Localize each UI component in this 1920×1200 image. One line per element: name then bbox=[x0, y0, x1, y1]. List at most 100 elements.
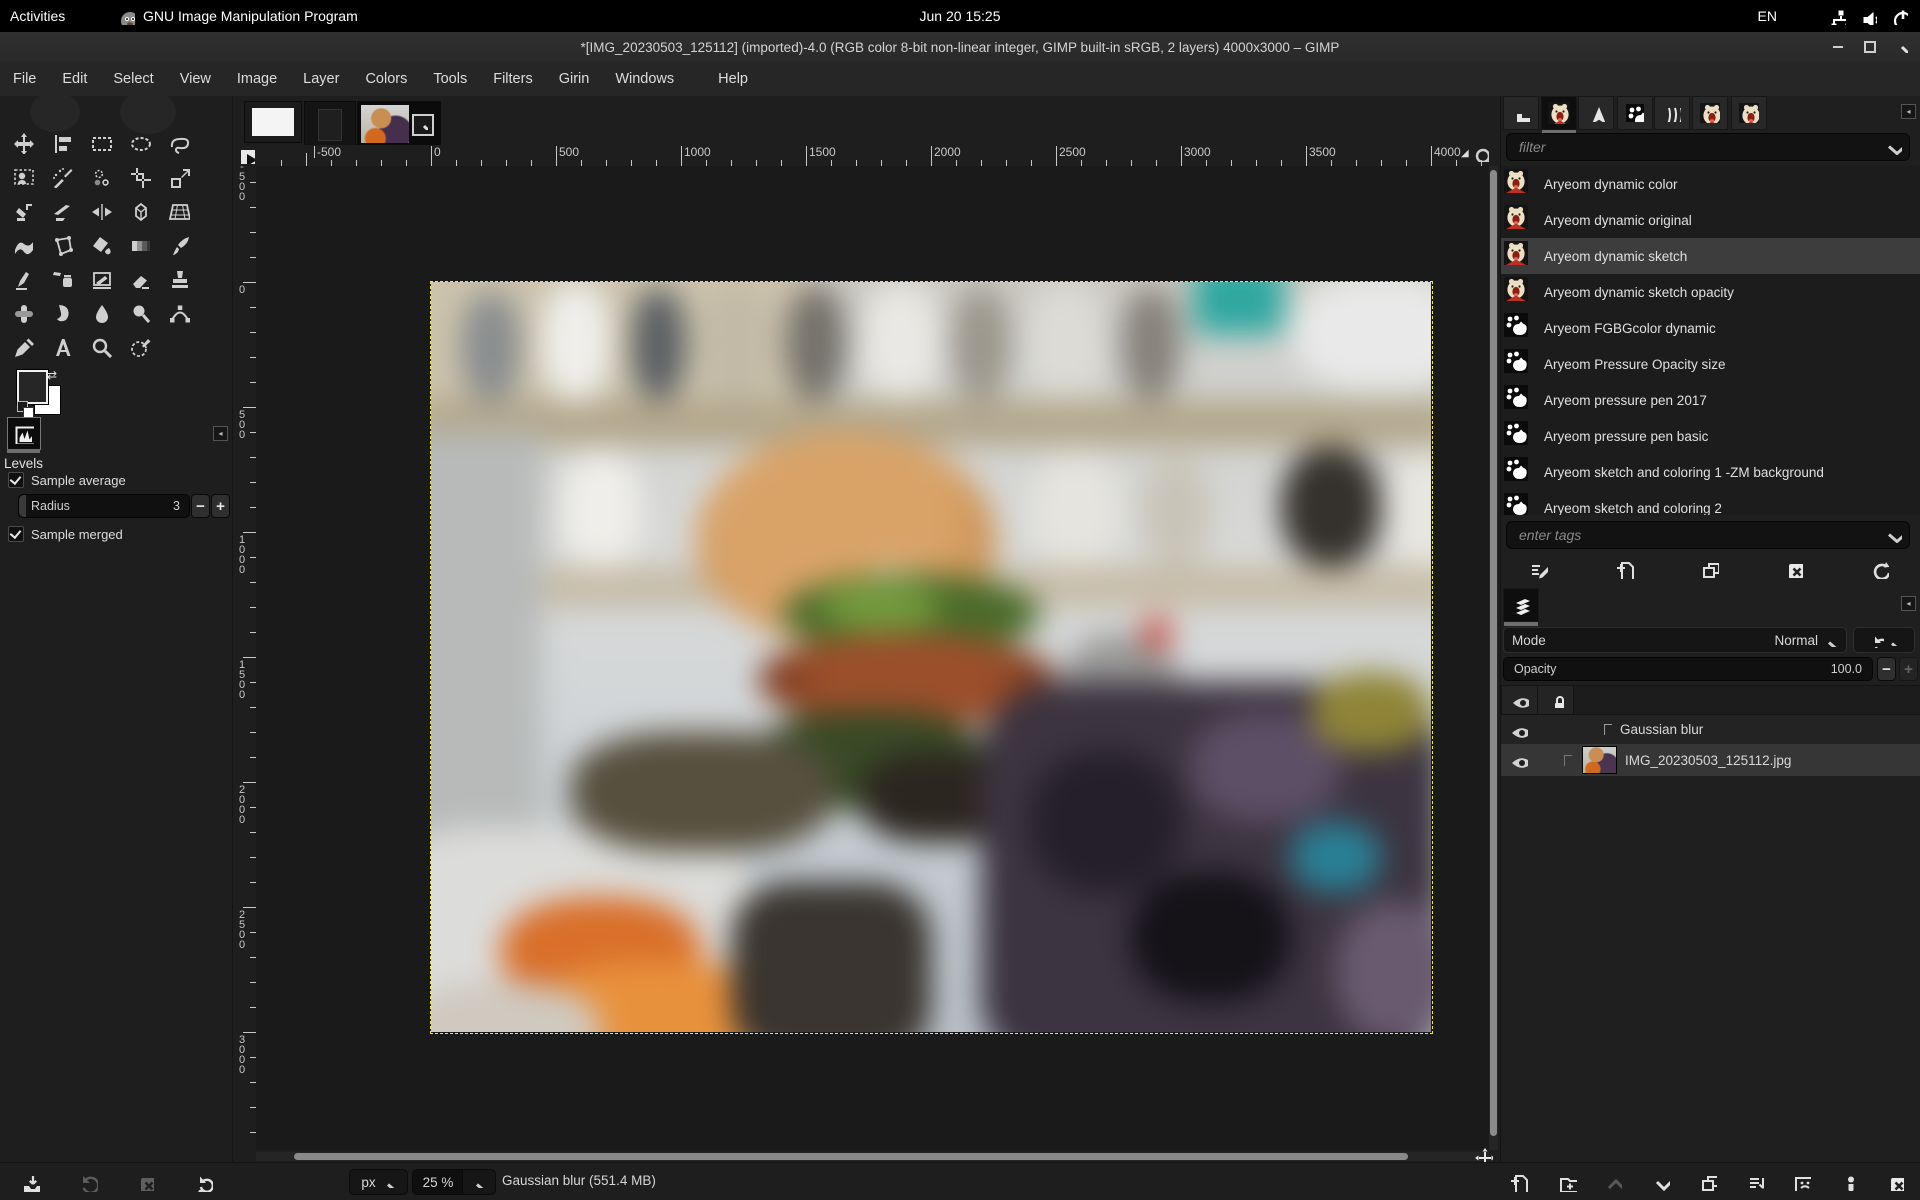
brush-list-item[interactable]: Aryeom FGBGcolor dynamic bbox=[1501, 310, 1920, 346]
radius-increase-button[interactable]: + bbox=[211, 494, 230, 518]
app-menu[interactable]: GNU Image Manipulation Program bbox=[118, 0, 358, 32]
duplicate-layer-button[interactable] bbox=[1696, 1170, 1720, 1194]
shear-rotate-tool[interactable] bbox=[3, 194, 42, 228]
brush-list-item[interactable]: Aryeom Pressure Opacity size bbox=[1501, 346, 1920, 382]
menu-file[interactable]: File bbox=[0, 62, 49, 96]
dodge-burn-tool[interactable] bbox=[120, 296, 159, 330]
tab-patterns[interactable] bbox=[1617, 96, 1653, 130]
layer-mode-dropdown[interactable]: Mode Normal bbox=[1503, 627, 1847, 653]
image-tab-active[interactable] bbox=[357, 101, 441, 151]
minimize-button[interactable] bbox=[1826, 36, 1850, 58]
brush-list-item[interactable]: Aryeom dynamic original bbox=[1501, 202, 1920, 238]
merge-down-button[interactable] bbox=[1743, 1170, 1767, 1194]
fuzzy-select-tool[interactable] bbox=[42, 160, 81, 194]
ellipse-select-tool[interactable] bbox=[120, 126, 159, 160]
menu-view[interactable]: View bbox=[167, 62, 224, 96]
duplicate-brush-button[interactable] bbox=[1694, 555, 1724, 583]
transform-3d-tool[interactable] bbox=[120, 194, 159, 228]
foreground-color-swatch[interactable] bbox=[17, 370, 48, 404]
restore-tool-options-button[interactable] bbox=[76, 1170, 100, 1194]
delete-brush-button[interactable] bbox=[1779, 555, 1809, 583]
maximize-button[interactable] bbox=[1858, 36, 1882, 58]
brush-list-item[interactable]: Aryeom pressure pen basic bbox=[1501, 418, 1920, 454]
zoom-value-field[interactable]: 25 % bbox=[412, 1169, 464, 1195]
canvas-viewport[interactable] bbox=[256, 166, 1489, 1150]
zoom-tool[interactable] bbox=[81, 330, 120, 364]
edit-brush-button[interactable] bbox=[1523, 555, 1553, 583]
horizontal-scrollbar-thumb[interactable] bbox=[294, 1153, 1408, 1160]
paint-select-tool[interactable] bbox=[120, 330, 159, 364]
tool-options-menu-button[interactable]: ◂ bbox=[213, 426, 228, 441]
paths-tool[interactable] bbox=[159, 296, 198, 330]
zoom-dropdown[interactable] bbox=[462, 1169, 496, 1195]
close-tab-icon[interactable] bbox=[412, 114, 434, 136]
brush-list-item[interactable]: Aryeom sketch and coloring 2 bbox=[1501, 490, 1920, 515]
new-layer-group-button[interactable] bbox=[1555, 1170, 1579, 1194]
menu-help[interactable]: Help bbox=[705, 62, 761, 96]
select-by-color-tool[interactable] bbox=[81, 160, 120, 194]
layer-thumbnail[interactable] bbox=[1582, 746, 1617, 774]
new-brush-button[interactable] bbox=[1609, 555, 1639, 583]
align-tool[interactable] bbox=[42, 126, 81, 160]
unified-transform-tool[interactable] bbox=[159, 160, 198, 194]
crop-tool[interactable] bbox=[120, 160, 159, 194]
shear-tool[interactable] bbox=[42, 194, 81, 228]
visibility-column-header[interactable] bbox=[1502, 686, 1538, 714]
heal-tool[interactable] bbox=[3, 296, 42, 330]
power-icon[interactable] bbox=[1891, 8, 1908, 25]
tab-dynamics[interactable] bbox=[1503, 96, 1539, 130]
sample-merged-checkbox[interactable] bbox=[8, 526, 24, 542]
brush-list-item[interactable]: Aryeom dynamic sketch opacity bbox=[1501, 274, 1920, 310]
eraser-tool[interactable] bbox=[120, 262, 159, 296]
gradient-tool[interactable] bbox=[120, 228, 159, 262]
zoom-when-resize-icon[interactable] bbox=[1473, 145, 1489, 163]
opacity-slider[interactable]: Opacity 100.0 bbox=[1503, 657, 1873, 681]
delete-tool-options-button[interactable] bbox=[133, 1170, 157, 1194]
chevron-down-icon[interactable] bbox=[1885, 526, 1902, 544]
mode-switch-button[interactable] bbox=[1853, 627, 1915, 653]
menu-filters[interactable]: Filters bbox=[480, 62, 545, 96]
layers-dock-menu-button[interactable]: ◂ bbox=[1901, 596, 1916, 611]
activities-button[interactable]: Activities bbox=[10, 0, 65, 32]
levels-tool-button[interactable] bbox=[7, 417, 41, 450]
delete-layer-button[interactable] bbox=[1883, 1170, 1907, 1194]
mypaint-brush-tool[interactable] bbox=[42, 262, 81, 296]
sample-average-checkbox[interactable] bbox=[8, 472, 24, 488]
brush-list-item[interactable]: Aryeom sketch and coloring 1 -ZM backgro… bbox=[1501, 454, 1920, 490]
brush-list-item[interactable]: Aryeom dynamic color bbox=[1501, 166, 1920, 202]
smudge-tool[interactable] bbox=[42, 296, 81, 330]
new-layer-button[interactable] bbox=[1506, 1170, 1530, 1194]
radius-decrease-button[interactable]: − bbox=[191, 494, 210, 518]
perspective-tool[interactable] bbox=[159, 194, 198, 228]
free-select-tool[interactable] bbox=[159, 126, 198, 160]
layer-row-selected[interactable]: IMG_20230503_125112.jpg bbox=[1501, 744, 1920, 776]
menu-layer[interactable]: Layer bbox=[290, 62, 352, 96]
lower-layer-button[interactable] bbox=[1649, 1170, 1673, 1194]
vertical-scrollbar-thumb[interactable] bbox=[1490, 170, 1497, 1136]
image-gaussian-blurred-burger-photo[interactable] bbox=[431, 282, 1431, 1032]
chevron-down-icon[interactable] bbox=[1885, 138, 1902, 156]
brush-list-item-selected[interactable]: Aryeom dynamic sketch bbox=[1501, 238, 1920, 274]
brushes-dock-menu-button[interactable]: ◂ bbox=[1901, 104, 1916, 119]
tab-mypaint-brushes[interactable] bbox=[1692, 96, 1728, 130]
menu-image[interactable]: Image bbox=[224, 62, 290, 96]
warp-transform-tool[interactable] bbox=[3, 228, 42, 262]
bucket-fill-tool[interactable] bbox=[81, 228, 120, 262]
horizontal-scrollbar[interactable] bbox=[256, 1152, 1489, 1161]
volume-icon[interactable] bbox=[1860, 8, 1877, 25]
rectangle-select-tool[interactable] bbox=[81, 126, 120, 160]
menu-colors[interactable]: Colors bbox=[352, 62, 420, 96]
ruler-dropdown-icon[interactable]: ◢ bbox=[1461, 148, 1469, 159]
brush-filter-input[interactable] bbox=[1506, 133, 1910, 161]
canvas-menu-button[interactable] bbox=[239, 147, 255, 163]
blur-sharpen-tool[interactable] bbox=[81, 296, 120, 330]
tab-gradients[interactable] bbox=[1654, 96, 1690, 130]
refresh-brushes-button[interactable] bbox=[1864, 555, 1894, 583]
tab-palettes[interactable] bbox=[1731, 96, 1767, 130]
menu-edit[interactable]: Edit bbox=[49, 62, 100, 96]
color-picker-tool[interactable] bbox=[3, 330, 42, 364]
paintbrush-tool[interactable] bbox=[159, 228, 198, 262]
brush-list-item[interactable]: Aryeom pressure pen 2017 bbox=[1501, 382, 1920, 418]
menu-windows[interactable]: Windows bbox=[602, 62, 687, 96]
tab-brushes[interactable] bbox=[1541, 96, 1577, 130]
